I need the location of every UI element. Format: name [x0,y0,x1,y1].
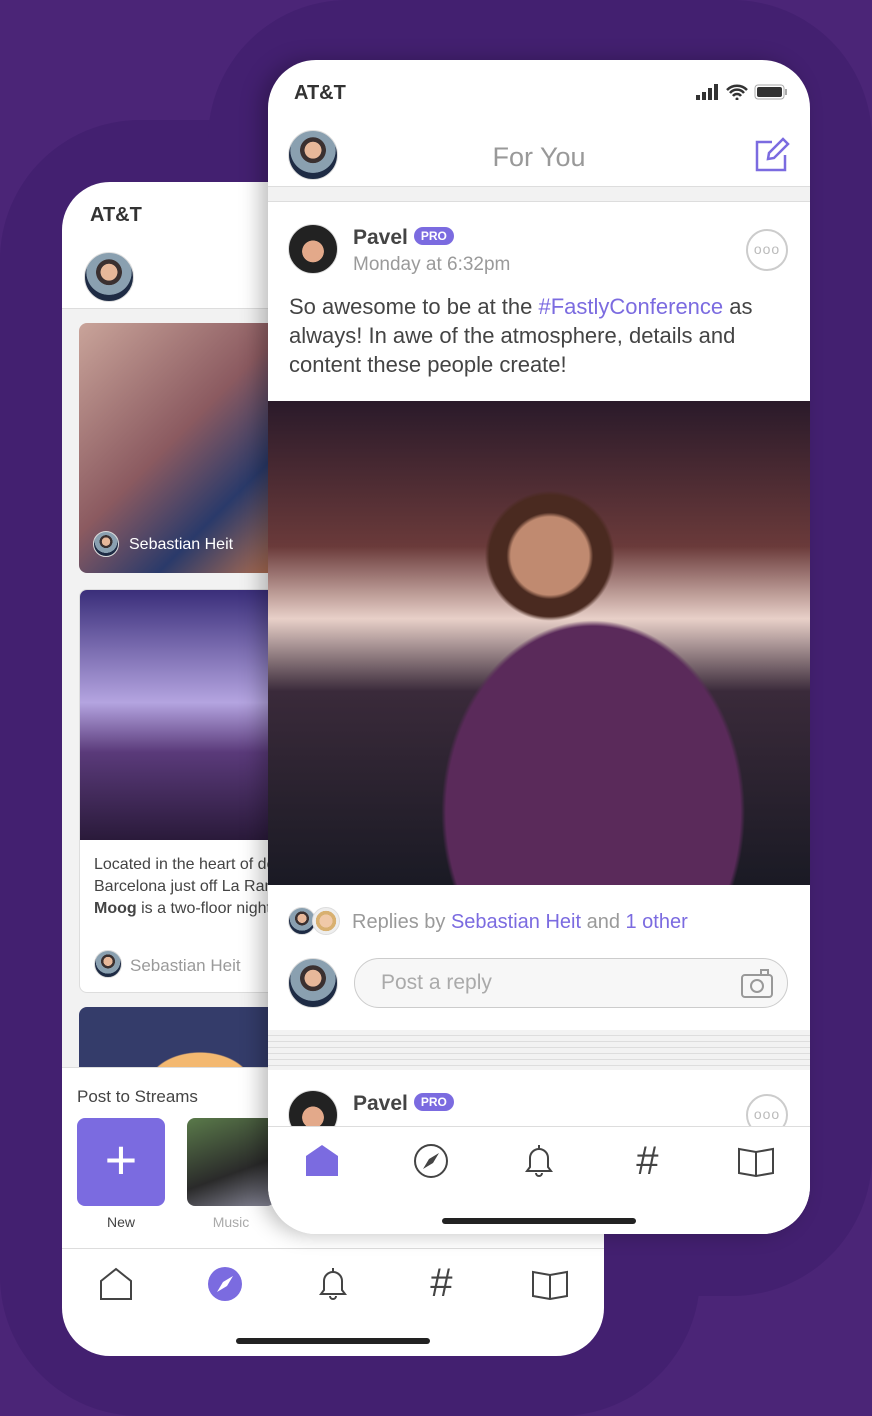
status-icons [696,84,788,100]
pro-badge: PRO [413,1093,454,1111]
battery-icon [754,84,787,100]
stream-card[interactable]: Sebastian Heit [79,323,299,573]
author-avatar[interactable] [288,224,338,274]
card-text-bold: Moog [94,900,137,917]
compass-icon[interactable] [411,1141,451,1181]
home-icon[interactable] [302,1141,342,1181]
profile-avatar[interactable] [84,252,134,302]
reply-placeholder: Post a reply [381,971,492,994]
home-indicator [236,1338,430,1344]
divider [268,186,810,202]
compass-icon[interactable] [205,1264,245,1304]
divider [268,1030,810,1070]
music-stream-button[interactable] [187,1118,275,1206]
replies-summary[interactable]: Replies by Sebastian Heit and 1 other [352,911,688,934]
book-icon[interactable] [736,1141,776,1181]
front-phone-screen: AT&T For You Pavel PRO Monday at 6:32pm o… [268,60,810,1234]
carrier-label: AT&T [294,82,346,104]
panel-title: Post to Streams [77,1087,198,1106]
camera-icon[interactable] [741,968,773,998]
compose-icon[interactable] [754,137,790,178]
stream-card[interactable]: Located in the heart of downtown Barcelo… [79,589,299,993]
reply-input[interactable]: Post a reply [354,958,788,1008]
signal-icon [696,84,718,100]
home-icon[interactable] [96,1264,136,1304]
author-name[interactable]: Pavel [353,1092,408,1115]
home-indicator [442,1218,636,1224]
bell-icon[interactable] [313,1264,353,1304]
author-name[interactable]: Pavel [353,226,408,249]
my-avatar [288,958,338,1008]
stream-label: Music [212,1214,250,1230]
hashtag-link[interactable]: #FastlyConference [539,294,724,319]
plus-icon: + [104,1128,138,1191]
bottom-nav: # [268,1126,810,1196]
replies-text: and [581,911,626,933]
hashtag-icon[interactable]: # [627,1139,667,1183]
wifi-icon [726,84,748,100]
other-repliers-link[interactable]: 1 other [626,911,688,933]
card-author: Sebastian Heit [130,956,241,975]
new-stream-button[interactable]: + [77,1118,165,1206]
hashtag-icon[interactable]: # [421,1261,461,1305]
card-author: Sebastian Heit [129,536,234,553]
replier-avatar [312,907,340,935]
bottom-nav: # [62,1248,604,1318]
book-icon[interactable] [530,1264,570,1304]
post-text-part: So awesome to be at the [289,294,539,319]
post-image[interactable] [268,401,810,885]
post-text: So awesome to be at the #FastlyConferenc… [289,292,789,379]
bell-icon[interactable] [519,1141,559,1181]
pro-badge: PRO [413,227,454,245]
more-options-icon[interactable]: ooo [746,229,788,271]
replier-link[interactable]: Sebastian Heit [451,911,581,933]
post-time: Monday at 6:32pm [353,254,511,275]
page-title: For You [492,142,586,172]
replies-text: Replies by [352,911,451,933]
card-image [80,590,298,840]
stream-label: New [106,1214,135,1230]
carrier-label: AT&T [90,204,142,226]
